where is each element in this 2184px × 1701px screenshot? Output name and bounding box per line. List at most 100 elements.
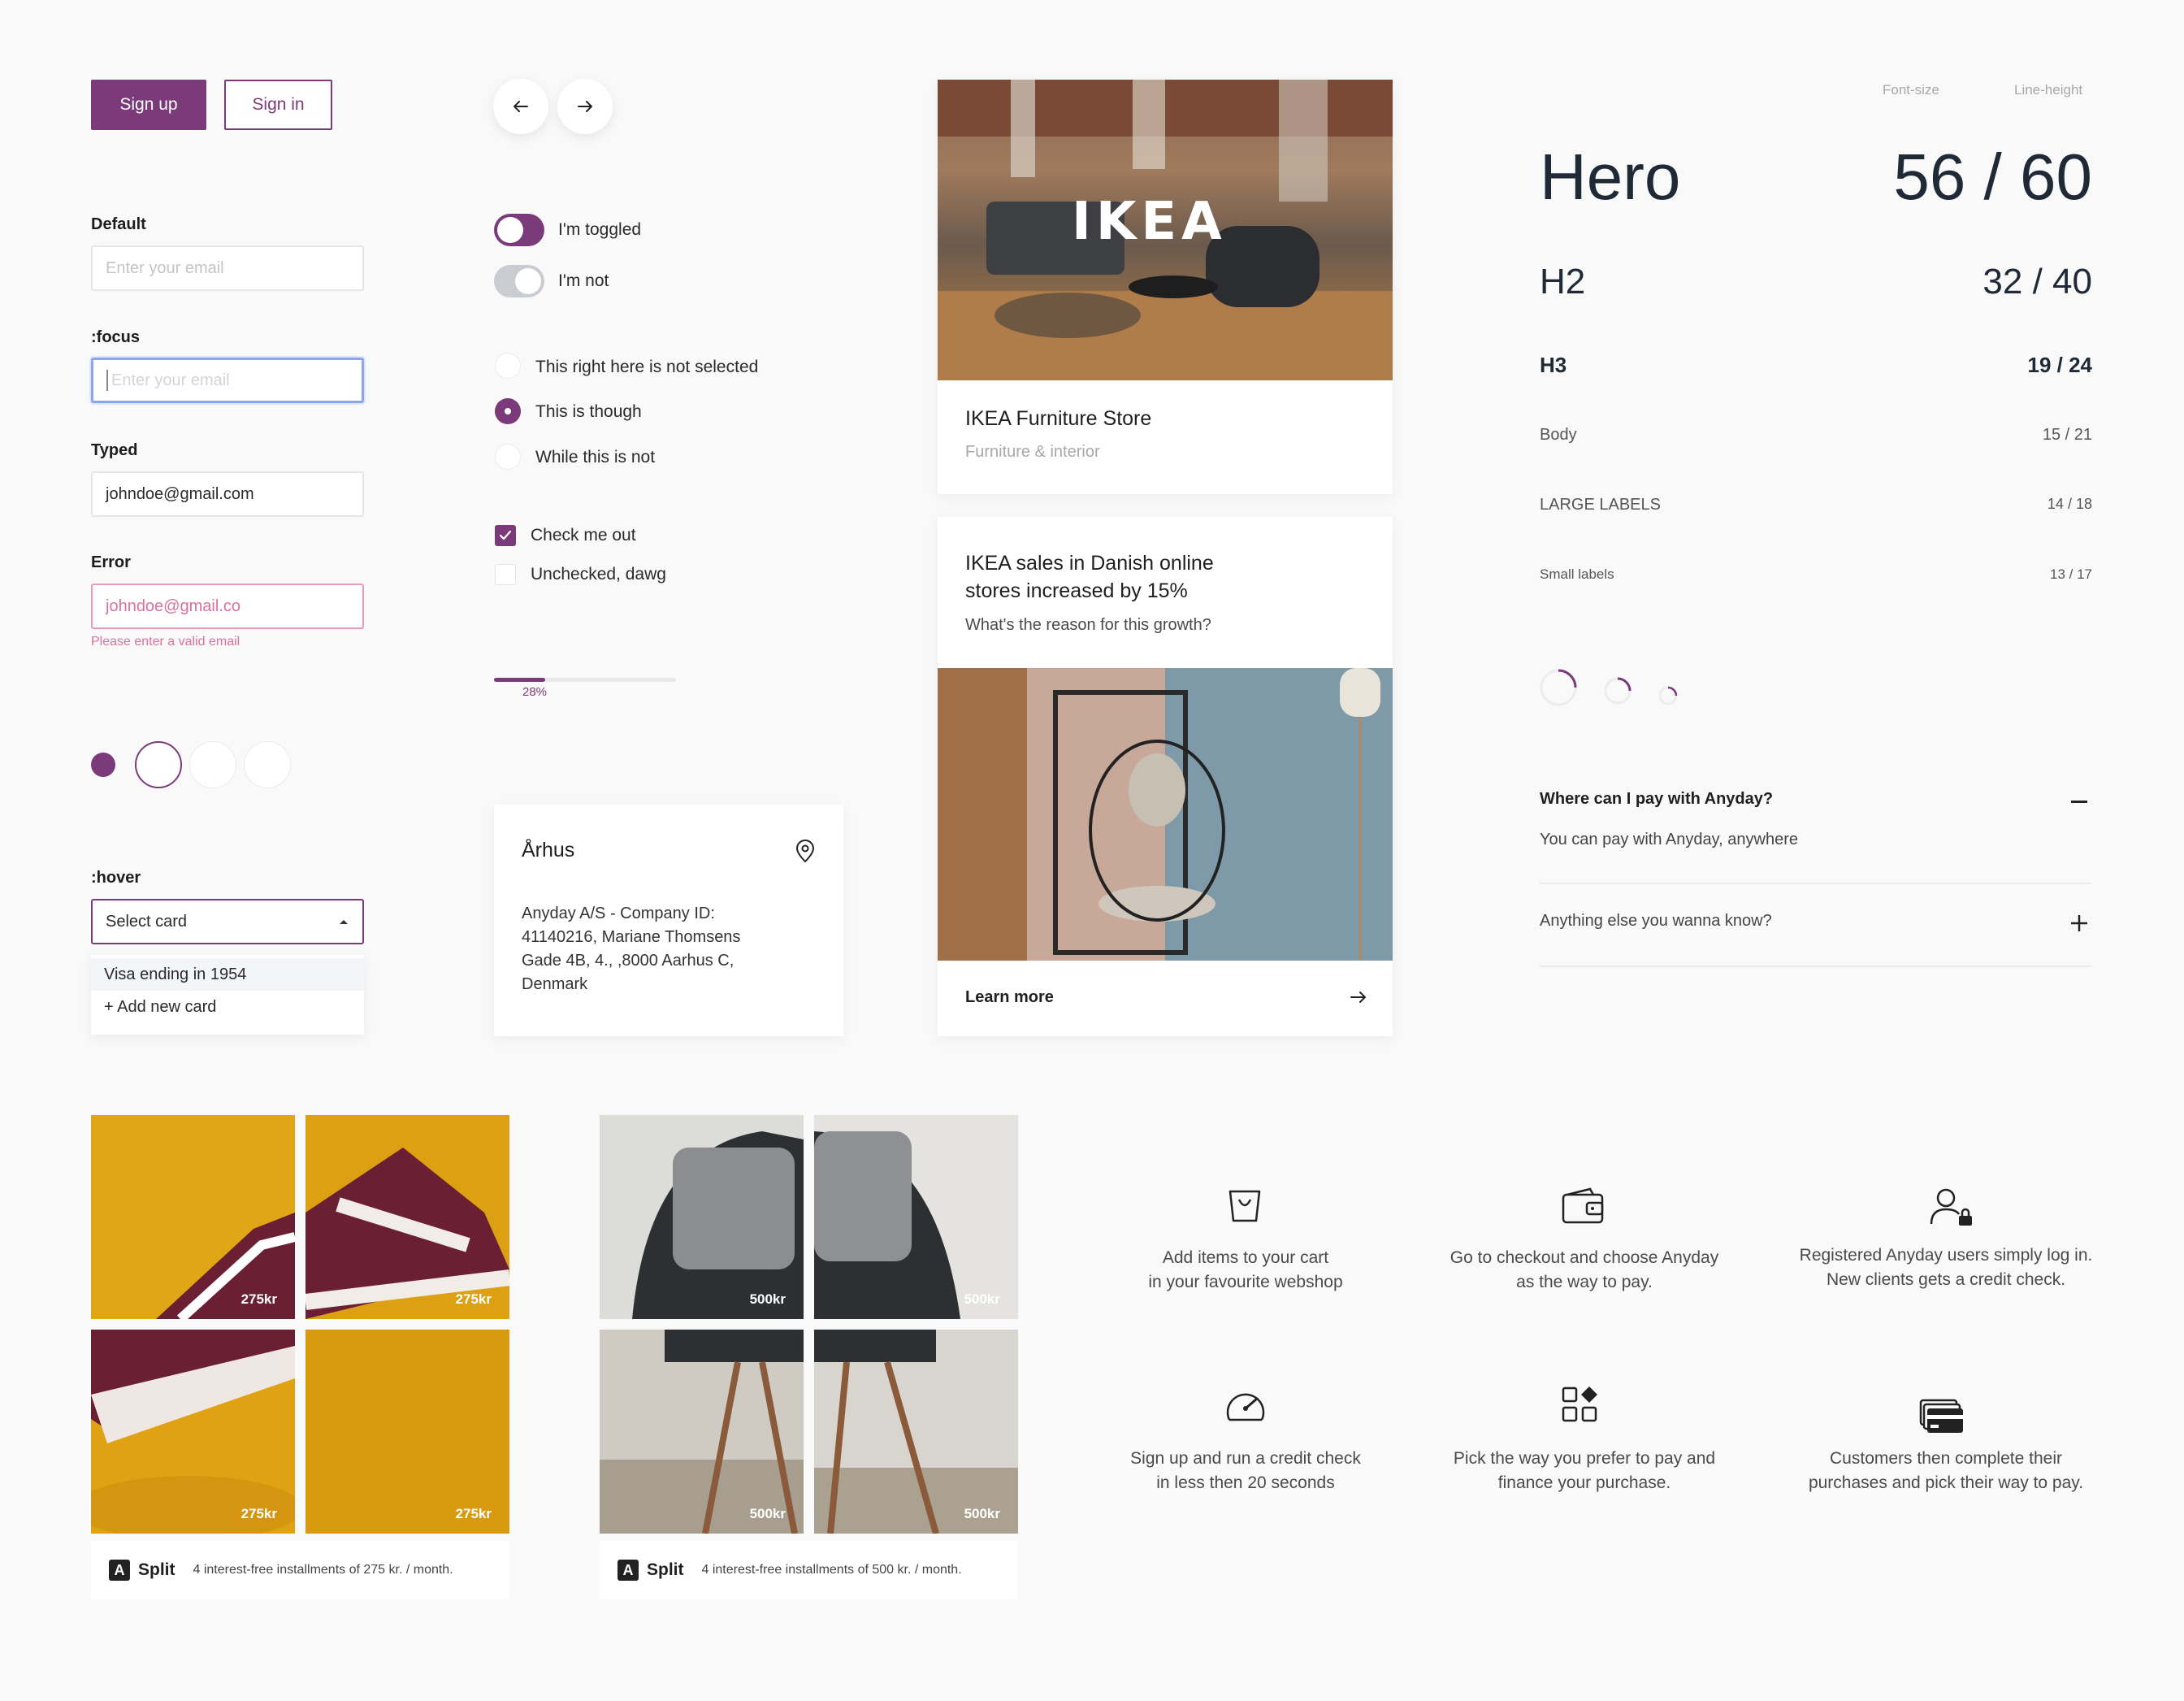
- type-small-labels-size: 13 / 17: [2049, 566, 2092, 582]
- faq-item-closed[interactable]: Anything else you wanna know?: [1540, 894, 2092, 967]
- product-grid-shoe[interactable]: 275kr 275kr 275kr 275kr: [91, 1115, 509, 1534]
- radio-label: While this is not: [535, 448, 656, 466]
- signup-button[interactable]: Sign up: [91, 80, 206, 130]
- type-large-labels-name: LARGE LABELS: [1540, 496, 1661, 514]
- plus-icon[interactable]: [2070, 914, 2088, 932]
- radio-option[interactable]: [495, 353, 521, 379]
- arrow-left-icon: [514, 101, 528, 112]
- learn-more-link[interactable]: Learn more: [965, 988, 1054, 1007]
- type-h2-name: H2: [1540, 262, 1586, 302]
- product-tile: 500kr: [814, 1115, 1018, 1319]
- line-height-header: Line-height: [2014, 82, 2083, 98]
- email-field-error[interactable]: johndoe@gmail.co: [91, 584, 364, 629]
- product-tile: 500kr: [814, 1330, 1018, 1534]
- product-tile: 275kr: [91, 1115, 295, 1319]
- progress-label: 28%: [522, 685, 548, 699]
- type-body-name: Body: [1540, 426, 1577, 444]
- faq-question: Anything else you wanna know?: [1540, 912, 1772, 930]
- next-button[interactable]: [557, 79, 613, 134]
- pager-dot[interactable]: [189, 741, 236, 788]
- store-card[interactable]: IKEA IKEA Furniture Store Furniture & in…: [938, 80, 1393, 494]
- toggle-knob: [515, 268, 541, 294]
- progress-fill: [494, 678, 545, 682]
- price-label: 500kr: [749, 1291, 786, 1307]
- faq-item-open[interactable]: Where can I pay with Anyday? You can pay…: [1540, 780, 2092, 884]
- price-label: 275kr: [240, 1506, 277, 1521]
- step-text: Pick the way you prefer to pay and financ…: [1453, 1449, 1716, 1492]
- type-large-labels-size: 14 / 18: [2047, 496, 2092, 512]
- email-placeholder: Enter your email: [111, 371, 230, 389]
- split-terms: 4 interest-free installments of 275 kr. …: [193, 1563, 453, 1577]
- chair-image: [814, 1131, 960, 1319]
- font-size-header: Font-size: [1883, 82, 1939, 98]
- step-text: Sign up and run a credit check in less th…: [1130, 1449, 1361, 1492]
- minus-icon[interactable]: [2071, 801, 2087, 803]
- product-grid-chair[interactable]: 500kr 500kr 500kr 500kr: [600, 1115, 1018, 1534]
- type-h2-size: 32 / 40: [1982, 262, 2092, 302]
- radio-option-selected[interactable]: [495, 398, 521, 424]
- email-field-typed[interactable]: johndoe@gmail.com: [91, 471, 364, 517]
- radio-option[interactable]: [495, 444, 521, 470]
- ikea-logo: IKEA: [1072, 192, 1227, 252]
- checkmark-icon: [499, 530, 512, 540]
- spinner-medium-icon: [1604, 677, 1632, 705]
- type-hero-size: 56 / 60: [1893, 141, 2092, 213]
- progress-track: [494, 678, 676, 682]
- price-label: 275kr: [455, 1291, 492, 1307]
- step-text: Go to checkout and choose Anyday as the w…: [1450, 1248, 1719, 1291]
- checkbox-checked[interactable]: [495, 525, 516, 546]
- chair-room-image: [938, 668, 1393, 961]
- cards-icon: [1919, 1399, 1963, 1433]
- chair-image: [814, 1330, 1018, 1534]
- select-value: Select card: [106, 912, 188, 931]
- shoe-image: [91, 1330, 295, 1534]
- price-label: 500kr: [964, 1506, 1000, 1521]
- shoe-image: [156, 1213, 295, 1319]
- product-tile: 275kr: [306, 1115, 509, 1319]
- store-subtitle: Furniture & interior: [965, 443, 1100, 461]
- dropdown-option-add-card[interactable]: + Add new card: [91, 991, 364, 1023]
- split-bar: A Split 4 interest-free installments of …: [91, 1541, 509, 1599]
- arrow-right-icon[interactable]: [1350, 991, 1367, 1004]
- email-value: johndoe@gmail.com: [106, 484, 254, 503]
- dropdown-option-visa[interactable]: Visa ending in 1954: [91, 958, 364, 991]
- wallet-icon: [1562, 1187, 1604, 1224]
- error-label: Error: [91, 553, 131, 571]
- faq-answer: You can pay with Anyday, anywhere: [1540, 831, 1798, 848]
- radio-label: This is though: [535, 402, 642, 421]
- signin-button[interactable]: Sign in: [224, 80, 332, 130]
- radio-label: This right here is not selected: [535, 358, 759, 376]
- step-text: Add items to your cart in your favourite …: [1148, 1248, 1343, 1291]
- apps-icon: [1562, 1386, 1597, 1422]
- checkbox-unchecked[interactable]: [495, 564, 516, 585]
- type-body-size: 15 / 21: [2042, 426, 2092, 444]
- email-field-default[interactable]: Enter your email: [91, 245, 364, 291]
- toggle-off[interactable]: [494, 265, 544, 297]
- chair-image: [632, 1131, 804, 1319]
- email-placeholder: Enter your email: [106, 258, 224, 277]
- checkbox-label: Check me out: [531, 526, 636, 545]
- anyday-logo-icon: A: [109, 1560, 130, 1581]
- type-hero-name: Hero: [1540, 141, 1681, 213]
- pager-dot[interactable]: [244, 741, 291, 788]
- shopping-bag-icon: [1228, 1190, 1261, 1222]
- prev-button[interactable]: [493, 79, 548, 134]
- toggle-on[interactable]: [494, 214, 544, 246]
- article-subtitle: What's the reason for this growth?: [965, 616, 1211, 634]
- toggle-label: I'm toggled: [558, 220, 642, 239]
- email-field-focus[interactable]: Enter your email: [91, 358, 364, 403]
- toggle-knob: [497, 217, 523, 243]
- split-brand: Split: [138, 1560, 176, 1579]
- spinner-small-icon: [1658, 686, 1678, 705]
- step-text: Registered Anyday users simply log in. Ne…: [1799, 1246, 2093, 1289]
- pager-dot-active[interactable]: [91, 753, 115, 777]
- split-brand: Split: [647, 1560, 684, 1579]
- article-title: IKEA sales in Danish online stores incre…: [965, 552, 1214, 602]
- card-select[interactable]: Select card: [91, 899, 364, 944]
- pager-dot[interactable]: [135, 741, 182, 788]
- faq-question: Where can I pay with Anyday?: [1540, 790, 1774, 808]
- type-h3-name: H3: [1540, 353, 1567, 377]
- article-card[interactable]: IKEA sales in Danish online stores incre…: [938, 517, 1393, 1036]
- chair-image: [600, 1330, 804, 1534]
- address-city: Århus: [522, 839, 575, 861]
